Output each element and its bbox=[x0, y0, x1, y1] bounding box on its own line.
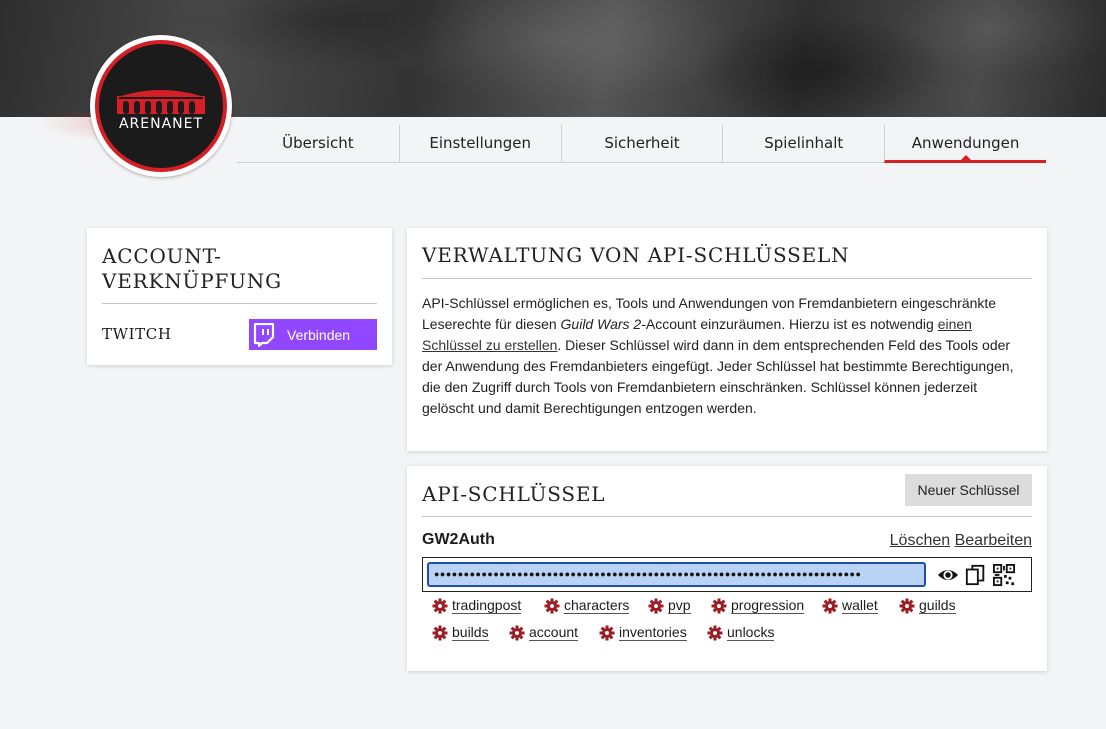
edit-key-link[interactable]: Bearbeiten bbox=[955, 532, 1032, 549]
delete-key-link[interactable]: Löschen bbox=[890, 532, 951, 549]
permission-item[interactable]: wallet bbox=[822, 597, 878, 615]
permission-label: progression bbox=[731, 597, 805, 614]
api-info-text-part: -Account einzuräumen. Hierzu ist es notw… bbox=[641, 316, 938, 332]
permission-item[interactable]: progression bbox=[711, 597, 805, 615]
gear-icon bbox=[509, 625, 525, 641]
permission-item[interactable]: characters bbox=[544, 597, 630, 615]
eye-icon[interactable] bbox=[937, 564, 959, 586]
twitch-icon bbox=[249, 319, 279, 350]
copy-icon[interactable] bbox=[965, 564, 987, 586]
key-actions: Löschen Bearbeiten bbox=[890, 532, 1032, 550]
gear-icon bbox=[599, 625, 615, 641]
permission-item[interactable]: inventories bbox=[599, 624, 687, 642]
gear-icon bbox=[711, 598, 727, 614]
twitch-label: TWITCH bbox=[102, 325, 172, 343]
gear-icon bbox=[899, 598, 915, 614]
key-name: GW2Auth bbox=[422, 531, 495, 548]
api-keys-title: API-SCHLÜSSEL bbox=[422, 482, 606, 506]
arenanet-logo[interactable]: ARENANET bbox=[90, 35, 232, 177]
tab-settings[interactable]: Einstellungen bbox=[398, 125, 561, 163]
divider bbox=[102, 303, 377, 304]
api-key-input[interactable]: ●●●●●●●●●●●●●●●●●●●●●●●●●●●●●●●●●●●●●●●●… bbox=[427, 562, 926, 587]
qr-code-icon[interactable] bbox=[993, 564, 1015, 586]
new-key-button[interactable]: Neuer Schlüssel bbox=[905, 474, 1032, 506]
permission-item[interactable]: tradingpost bbox=[432, 597, 522, 615]
twitch-connect-label: Verbinden bbox=[287, 326, 351, 343]
account-link-card: ACCOUNT-VERKNÜPFUNG TWITCH Verbinden bbox=[87, 228, 392, 365]
api-info-title: VERWALTUNG VON API-SCHLÜSSELN bbox=[422, 243, 850, 267]
gear-icon bbox=[822, 598, 838, 614]
gear-icon bbox=[648, 598, 664, 614]
permission-label: guilds bbox=[919, 597, 956, 614]
twitch-connect-button[interactable]: Verbinden bbox=[249, 319, 377, 350]
gear-icon bbox=[432, 598, 448, 614]
permission-label: characters bbox=[564, 597, 630, 614]
gear-icon bbox=[432, 625, 448, 641]
divider bbox=[422, 516, 1032, 517]
logo-badge: ARENANET bbox=[95, 40, 227, 172]
key-field: ●●●●●●●●●●●●●●●●●●●●●●●●●●●●●●●●●●●●●●●●… bbox=[422, 557, 1032, 592]
account-tabs: Übersicht Einstellungen Sicherheit Spiel… bbox=[237, 125, 1046, 163]
logo-text: ARENANET bbox=[118, 116, 204, 132]
permission-item[interactable]: unlocks bbox=[707, 624, 775, 642]
permission-item[interactable]: account bbox=[509, 624, 579, 642]
api-info-card: VERWALTUNG VON API-SCHLÜSSELN API-Schlüs… bbox=[407, 228, 1047, 451]
permission-label: builds bbox=[452, 624, 489, 641]
game-title: Guild Wars 2 bbox=[560, 316, 642, 332]
gear-icon bbox=[707, 625, 723, 641]
permission-item[interactable]: guilds bbox=[899, 597, 956, 615]
divider bbox=[422, 278, 1032, 279]
permission-label: account bbox=[529, 624, 579, 641]
permission-label: tradingpost bbox=[452, 597, 522, 614]
tab-overview[interactable]: Übersicht bbox=[237, 125, 399, 163]
permission-item[interactable]: builds bbox=[432, 624, 489, 642]
arena-icon bbox=[117, 90, 205, 114]
api-info-text: API-Schlüssel ermöglichen es, Tools und … bbox=[422, 293, 1032, 419]
permission-label: inventories bbox=[619, 624, 687, 641]
api-keys-card: API-SCHLÜSSEL Neuer Schlüssel GW2Auth Lö… bbox=[407, 466, 1047, 671]
tab-game-content[interactable]: Spielinhalt bbox=[722, 125, 885, 163]
gear-icon bbox=[544, 598, 560, 614]
tab-security[interactable]: Sicherheit bbox=[560, 125, 723, 163]
permission-item[interactable]: pvp bbox=[648, 597, 691, 615]
permission-label: pvp bbox=[668, 597, 691, 614]
tab-applications[interactable]: Anwendungen bbox=[884, 125, 1046, 163]
permission-label: unlocks bbox=[727, 624, 775, 641]
account-link-title: ACCOUNT-VERKNÜPFUNG bbox=[102, 244, 282, 293]
permission-label: wallet bbox=[842, 597, 878, 614]
